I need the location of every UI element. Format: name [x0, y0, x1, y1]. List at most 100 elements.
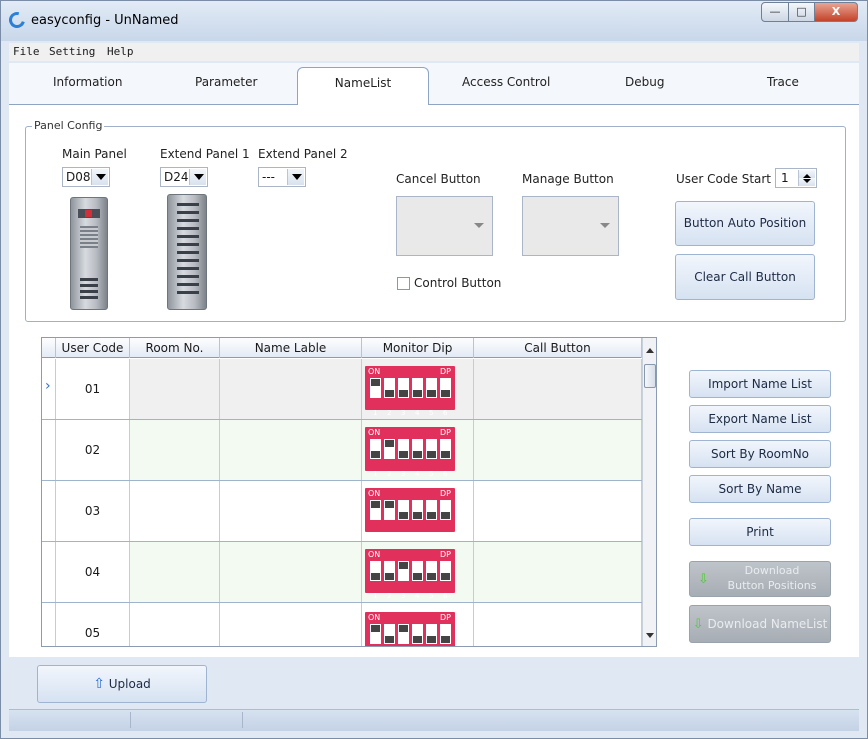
dip-switch-lever[interactable] — [384, 500, 395, 520]
monitor-dip-cell[interactable]: ONDP123456 — [362, 420, 474, 480]
name-lable-cell[interactable] — [220, 481, 362, 541]
menu-setting[interactable]: Setting — [49, 45, 95, 58]
room-no-cell[interactable] — [130, 481, 220, 541]
dip-switch-lever[interactable] — [370, 624, 381, 644]
col-name-lable[interactable]: Name Lable — [220, 338, 362, 358]
dip-switch-lever[interactable] — [440, 561, 451, 581]
print-button[interactable]: Print — [689, 518, 831, 546]
col-monitor-dip[interactable]: Monitor Dip — [362, 338, 474, 358]
dip-switch-lever[interactable] — [412, 378, 423, 398]
col-room-no[interactable]: Room No. — [130, 338, 220, 358]
dip-switch-lever[interactable] — [426, 561, 437, 581]
dip-switch-lever[interactable] — [426, 378, 437, 398]
name-lable-cell[interactable] — [220, 420, 362, 480]
dip-switch-lever[interactable] — [370, 561, 381, 581]
download-namelist-button[interactable]: ⇩ Download NameList — [689, 605, 831, 643]
export-name-list-button[interactable]: Export Name List — [689, 405, 831, 433]
call-button-cell[interactable] — [474, 603, 642, 646]
minimize-button[interactable]: — — [761, 2, 789, 22]
dip-switch-lever[interactable] — [370, 439, 381, 459]
scroll-thumb[interactable] — [644, 364, 656, 388]
name-lable-cell[interactable] — [220, 603, 362, 646]
import-name-list-button[interactable]: Import Name List — [689, 370, 831, 398]
close-button[interactable]: X — [814, 2, 858, 22]
dip-switch-lever[interactable] — [370, 500, 381, 520]
dip-switch-icon[interactable]: ONDP123456 — [365, 488, 455, 539]
call-button-cell[interactable] — [474, 359, 642, 419]
row-selector[interactable] — [42, 420, 56, 480]
row-selector[interactable] — [42, 481, 56, 541]
download-button-positions-button[interactable]: ⇩ Download Button Positions — [689, 561, 831, 597]
dip-switch-lever[interactable] — [440, 500, 451, 520]
dip-switch-lever[interactable] — [398, 500, 409, 520]
room-no-cell[interactable] — [130, 420, 220, 480]
maximize-button[interactable]: □ — [788, 2, 815, 22]
sort-by-name-button[interactable]: Sort By Name — [689, 475, 831, 503]
manage-button-select[interactable] — [522, 196, 619, 256]
room-no-cell[interactable] — [130, 359, 220, 419]
row-selector[interactable] — [42, 603, 56, 646]
user-code-cell[interactable]: 03 — [56, 481, 130, 541]
control-button-checkbox[interactable] — [397, 277, 410, 290]
monitor-dip-cell[interactable]: ONDP123456 — [362, 359, 474, 419]
table-row[interactable]: 03 ON DP 1 2 3 4 5 6 — [42, 481, 642, 542]
dip-switch-lever[interactable] — [412, 439, 423, 459]
tab-access-control[interactable]: Access Control — [462, 75, 550, 89]
menu-file[interactable]: File — [13, 45, 40, 58]
dip-switch-lever[interactable] — [384, 378, 395, 398]
user-code-cell[interactable]: 04 — [56, 542, 130, 602]
tab-debug[interactable]: Debug — [625, 75, 664, 89]
dip-switch-lever[interactable] — [412, 561, 423, 581]
dip-switch-lever[interactable] — [440, 378, 451, 398]
dip-switch-lever[interactable] — [384, 439, 395, 459]
spin-down-icon[interactable] — [798, 178, 815, 186]
dip-switch-lever[interactable] — [412, 500, 423, 520]
col-call-button[interactable]: Call Button — [474, 338, 642, 358]
main-panel-select[interactable]: D08 — [62, 167, 110, 187]
dip-switch-icon[interactable]: ONDP123456 — [365, 366, 455, 417]
monitor-dip-cell[interactable]: ONDP123456 — [362, 481, 474, 541]
button-auto-position-button[interactable]: Button Auto Position — [675, 201, 815, 246]
user-code-cell[interactable]: 05 — [56, 603, 130, 646]
dip-switch-lever[interactable] — [384, 624, 395, 644]
table-row[interactable]: 02 ON DP 1 2 3 4 5 6 — [42, 420, 642, 481]
user-code-cell[interactable]: 01 — [56, 359, 130, 419]
dip-switch-lever[interactable] — [384, 561, 395, 581]
dip-switch-icon[interactable]: ONDP123456 — [365, 549, 455, 600]
scroll-down-icon[interactable] — [646, 633, 654, 642]
call-button-cell[interactable] — [474, 481, 642, 541]
dip-switch-lever[interactable] — [398, 378, 409, 398]
monitor-dip-cell[interactable]: ONDP123456 — [362, 542, 474, 602]
spin-up-icon[interactable] — [798, 170, 815, 178]
menu-help[interactable]: Help — [107, 45, 134, 58]
dip-switch-lever[interactable] — [440, 624, 451, 644]
monitor-dip-cell[interactable]: ONDP123456 — [362, 603, 474, 646]
row-selector[interactable] — [42, 542, 56, 602]
scroll-up-icon[interactable] — [646, 344, 654, 353]
col-user-code[interactable]: User Code — [56, 338, 130, 358]
dip-switch-icon[interactable]: ONDP123456 — [365, 612, 455, 646]
dip-switch-lever[interactable] — [412, 624, 423, 644]
user-code-cell[interactable]: 02 — [56, 420, 130, 480]
row-selector[interactable]: › — [42, 359, 56, 419]
name-lable-cell[interactable] — [220, 542, 362, 602]
room-no-cell[interactable] — [130, 542, 220, 602]
grid-scrollbar[interactable] — [642, 338, 656, 646]
call-button-cell[interactable] — [474, 420, 642, 480]
user-code-start-spinner[interactable]: 1 — [775, 168, 817, 188]
dip-switch-lever[interactable] — [426, 624, 437, 644]
dip-switch-icon[interactable]: ONDP123456 — [365, 427, 455, 478]
dip-switch-lever[interactable] — [398, 624, 409, 644]
dip-switch-lever[interactable] — [440, 439, 451, 459]
dip-switch-lever[interactable] — [398, 439, 409, 459]
tab-trace[interactable]: Trace — [767, 75, 799, 89]
dip-switch-lever[interactable] — [370, 378, 381, 398]
room-no-cell[interactable] — [130, 603, 220, 646]
dip-switch-lever[interactable] — [426, 500, 437, 520]
dip-switch-lever[interactable] — [398, 561, 409, 581]
table-row[interactable]: › 01 ON DP 1 2 3 4 5 6 — [42, 359, 642, 420]
upload-button[interactable]: ⇧ Upload — [37, 665, 207, 703]
cancel-button-select[interactable] — [396, 196, 493, 256]
tab-parameter[interactable]: Parameter — [195, 75, 257, 89]
sort-by-roomno-button[interactable]: Sort By RoomNo — [689, 440, 831, 468]
